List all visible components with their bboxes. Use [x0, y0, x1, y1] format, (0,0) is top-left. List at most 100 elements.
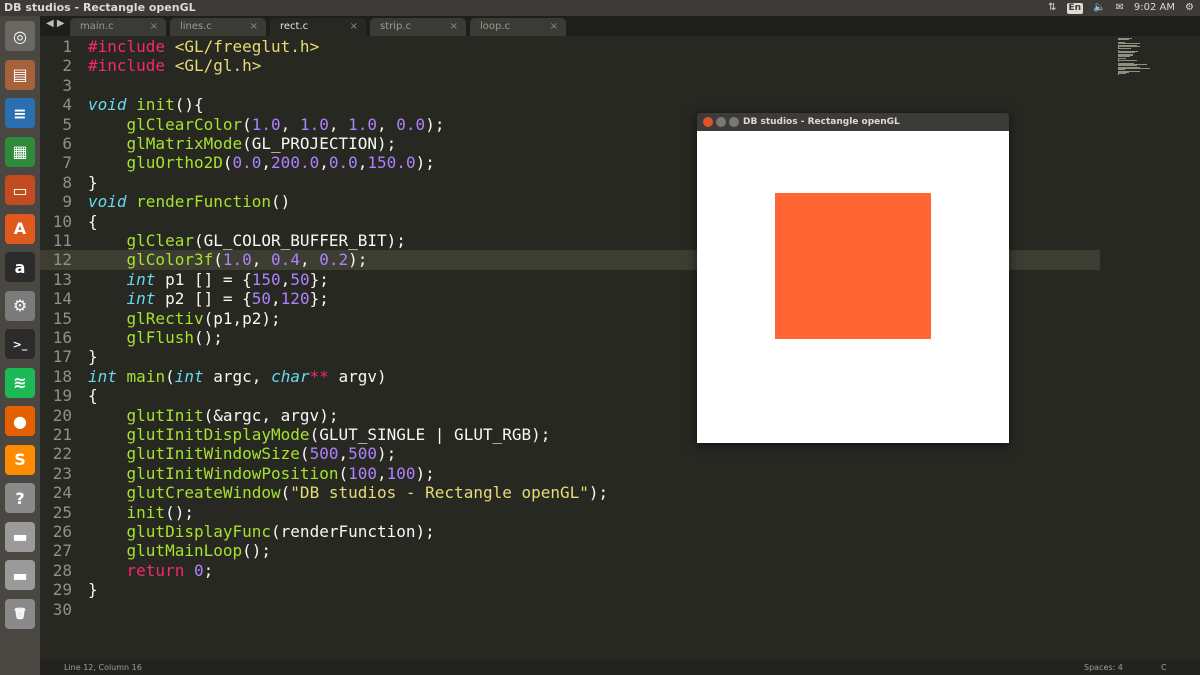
- code-token: (p1,p2);: [203, 308, 281, 328]
- line-number-gutter: 1 2 3 4 5 6 7 8 9 10 11 12 13 14 15 16 17 18 19 20 21 22 23 24 2…: [40, 36, 84, 660]
- code-line[interactable]: glClearColor(1.0, 1.0, 1.0, 0.0);: [88, 114, 445, 134]
- impress-icon[interactable]: ▭: [5, 175, 35, 205]
- files-icon[interactable]: ▤: [5, 59, 35, 90]
- code-line[interactable]: }: [88, 347, 98, 366]
- code-line[interactable]: }: [88, 173, 98, 192]
- code-line[interactable]: {: [88, 212, 98, 231]
- network-arrows-icon[interactable]: ⇅: [1048, 0, 1056, 16]
- software-center-icon[interactable]: A: [5, 213, 35, 244]
- code-line[interactable]: int main(int argc, char** argv): [88, 367, 387, 386]
- code-line[interactable]: glutInitWindowSize(500,500);: [88, 444, 397, 464]
- close-tab-icon[interactable]: ×: [150, 18, 158, 36]
- code-token: ();: [165, 502, 194, 522]
- code-line[interactable]: glutInitWindowPosition(100,100);: [88, 464, 435, 483]
- close-tab-icon[interactable]: ×: [250, 18, 258, 36]
- code-line[interactable]: glutInitDisplayMode(GLUT_SINGLE | GLUT_R…: [88, 425, 551, 444]
- minimize-icon[interactable]: [716, 117, 726, 127]
- code-line[interactable]: glutCreateWindow("DB studios - Rectangle…: [88, 483, 609, 502]
- status-bar: Line 12, Column 16 Spaces: 4 C: [40, 660, 1200, 675]
- line-number: 16: [52, 328, 72, 347]
- code-token: 0.0: [328, 153, 358, 173]
- sublime-icon[interactable]: S: [5, 444, 35, 475]
- trash-icon[interactable]: 🗑: [5, 598, 35, 629]
- power-gear-icon[interactable]: ⚙: [1185, 0, 1194, 16]
- code-token: (){: [174, 95, 204, 115]
- help-icon[interactable]: ?: [5, 483, 35, 513]
- code-token: 500: [348, 444, 378, 464]
- clock[interactable]: 9:02 AM: [1134, 0, 1175, 16]
- code-line[interactable]: glutMainLoop();: [88, 541, 272, 560]
- drive-icon[interactable]: ▬: [5, 521, 35, 552]
- amazon-icon[interactable]: a: [5, 252, 35, 282]
- ubuntu-dash-icon[interactable]: ◎: [5, 21, 35, 51]
- spotify-icon[interactable]: ≋: [5, 367, 35, 398]
- code-line[interactable]: glMatrixMode(GL_PROJECTION);: [88, 134, 397, 153]
- line-number: 2: [62, 56, 72, 76]
- code-token: glRectiv: [126, 308, 204, 328]
- settings-icon[interactable]: ⚙: [5, 290, 35, 321]
- code-token: glutInitDisplayMode: [126, 425, 310, 444]
- code-line[interactable]: int p2 [] = {50,120};: [88, 289, 329, 308]
- tab-strip-c[interactable]: strip.c ×: [370, 18, 466, 36]
- code-line[interactable]: void renderFunction(): [88, 192, 290, 211]
- code-token: glMatrixMode: [126, 134, 243, 153]
- code-line[interactable]: init();: [88, 503, 194, 522]
- tab-main-c[interactable]: main.c ×: [70, 18, 166, 36]
- code-line[interactable]: glFlush();: [88, 328, 223, 347]
- minimap[interactable]: [1118, 38, 1178, 78]
- line-number: 17: [52, 347, 72, 367]
- code-line[interactable]: glRectiv(p1,p2);: [88, 309, 281, 328]
- code-line[interactable]: #include <GL/freeglut.h>: [88, 37, 319, 56]
- opengl-window-titlebar[interactable]: DB studios - Rectangle openGL: [697, 113, 1009, 131]
- code-token: }: [88, 172, 98, 192]
- code-line[interactable]: glColor3f(1.0, 0.4, 0.2);: [88, 250, 368, 269]
- code-line[interactable]: }: [88, 580, 98, 599]
- minimap-line: [1118, 45, 1140, 47]
- close-tab-icon[interactable]: ×: [450, 18, 458, 36]
- indentation-setting[interactable]: Spaces: 4: [1084, 660, 1123, 675]
- mail-icon[interactable]: ✉: [1116, 0, 1124, 16]
- maximize-icon[interactable]: [729, 117, 739, 127]
- code-line[interactable]: #include <GL/gl.h>: [88, 56, 261, 75]
- code-token: glutDisplayFunc: [126, 522, 272, 541]
- tab-scroll-arrows-icon[interactable]: ◀ ▶: [46, 18, 65, 29]
- code-token: (GL_PROJECTION);: [242, 134, 397, 153]
- volume-icon[interactable]: 🔈: [1093, 0, 1105, 16]
- tab-rect-c[interactable]: rect.c ×: [270, 18, 366, 36]
- code-line[interactable]: {: [88, 386, 98, 405]
- tab-bar: ◀ ▶ main.c × lines.c × rect.c × strip.c × loop.c…: [40, 16, 1200, 36]
- minimap-line: [1118, 74, 1119, 76]
- code-token: glClearColor: [126, 114, 243, 134]
- opengl-window[interactable]: DB studios - Rectangle openGL: [697, 113, 1009, 443]
- close-tab-icon[interactable]: ×: [350, 18, 358, 36]
- code-line[interactable]: return 0;: [88, 561, 214, 580]
- code-line[interactable]: int p1 [] = {150,50};: [88, 270, 329, 289]
- code-token: (: [242, 114, 252, 134]
- tab-loop-c[interactable]: loop.c ×: [470, 18, 566, 36]
- line-number: 6: [62, 134, 72, 153]
- writer-icon[interactable]: ≡: [5, 98, 35, 128]
- code-line[interactable]: glutInit(&argc, argv);: [88, 406, 339, 425]
- close-tab-icon[interactable]: ×: [550, 18, 558, 36]
- calc-icon[interactable]: ▦: [5, 136, 35, 167]
- firefox-icon[interactable]: ●: [5, 406, 35, 436]
- tab-lines-c[interactable]: lines.c ×: [170, 18, 266, 36]
- terminal-icon[interactable]: >_: [5, 329, 35, 359]
- drive-icon-2[interactable]: ▬: [5, 560, 35, 590]
- code-line[interactable]: gluOrtho2D(0.0,200.0,0.0,150.0);: [88, 153, 435, 172]
- line-number: 14: [52, 289, 72, 309]
- code-line[interactable]: void init(){: [88, 95, 204, 114]
- code-line[interactable]: glutDisplayFunc(renderFunction);: [88, 522, 435, 541]
- keyboard-layout-indicator[interactable]: En: [1066, 2, 1084, 14]
- code-token: };: [309, 289, 329, 309]
- code-token: (): [271, 192, 291, 212]
- syntax-selector[interactable]: C: [1161, 660, 1167, 675]
- close-icon[interactable]: [703, 117, 713, 127]
- code-line[interactable]: glClear(GL_COLOR_BUFFER_BIT);: [88, 231, 406, 250]
